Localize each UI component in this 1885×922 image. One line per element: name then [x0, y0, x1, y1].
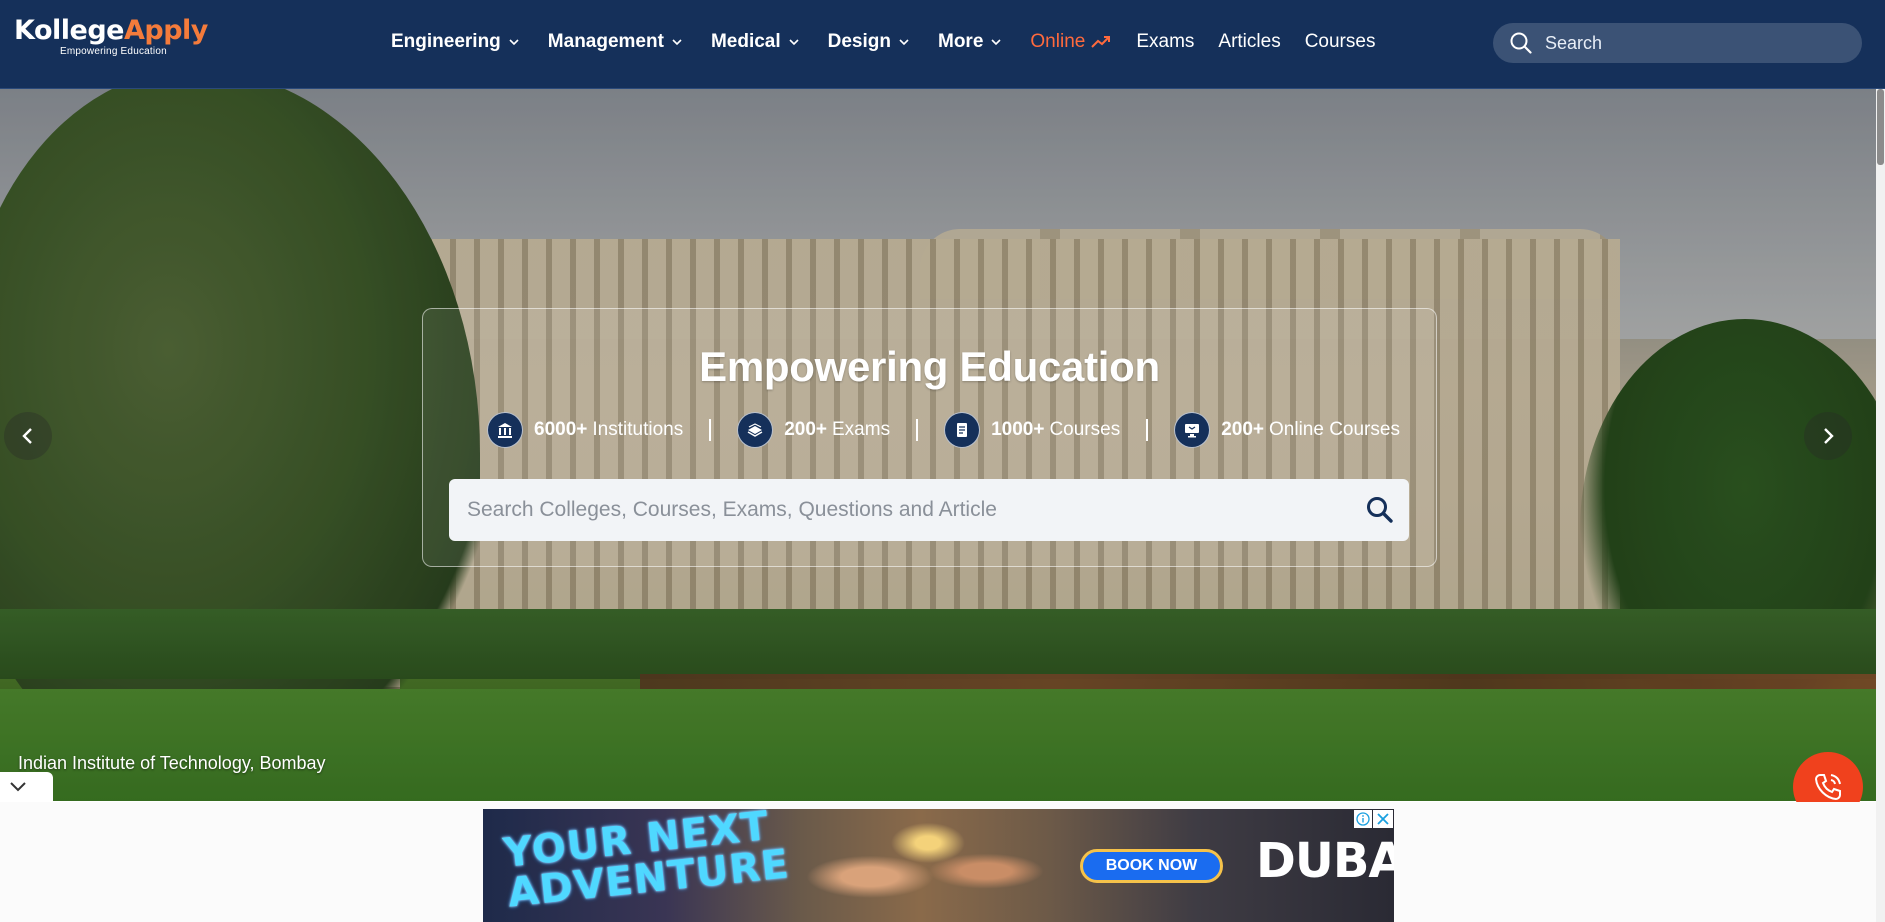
- chevron-left-icon: [22, 428, 32, 444]
- ad-photo: [783, 809, 1073, 922]
- stat-online-courses-label: Online Courses: [1269, 419, 1400, 440]
- nav-engineering[interactable]: Engineering: [391, 31, 522, 53]
- nav-online-label: Online: [1030, 31, 1086, 52]
- nav-online[interactable]: Online: [1030, 31, 1112, 53]
- hero-title: Empowering Education: [699, 343, 1160, 390]
- carousel-next-button[interactable]: [1804, 412, 1852, 460]
- chevron-down-icon: [10, 782, 26, 792]
- carousel-prev-button[interactable]: [4, 412, 52, 460]
- chevron-down-icon: [789, 39, 799, 46]
- ad-brand-logo: DUBAI: [1256, 833, 1394, 889]
- top-navigation-bar: KollegeApply Empowering Education Engine…: [0, 0, 1885, 89]
- header-search-input[interactable]: [1543, 31, 1847, 55]
- stat-institutions-label: Institutions: [592, 419, 684, 440]
- logo-text-apply: Apply: [123, 15, 208, 46]
- nav-engineering-label: Engineering: [391, 31, 501, 52]
- stat-exams: 200+ Exams: [737, 412, 890, 448]
- hero-search-box[interactable]: [449, 479, 1409, 541]
- stat-courses: 1000+ Courses: [944, 412, 1120, 448]
- monitor-icon: [1174, 412, 1211, 448]
- stat-online-courses-value: 200+: [1221, 419, 1264, 440]
- stat-online-courses: 200+ Online Courses: [1174, 412, 1400, 448]
- ad-headline: YOUR NEXT ADVENTURE: [501, 809, 791, 917]
- chevron-right-icon: [1824, 428, 1834, 444]
- nav-more-label: More: [938, 31, 984, 52]
- nav-exams[interactable]: Exams: [1136, 31, 1194, 53]
- hero-search-card: Empowering Education 6000+ Institutions …: [422, 308, 1437, 567]
- trending-up-icon: [1091, 36, 1111, 48]
- hero-stats: 6000+ Institutions 200+ Exams 1000+ Cour…: [487, 412, 1400, 448]
- ad-close-icon[interactable]: [1373, 810, 1393, 828]
- page-scrollbar[interactable]: [1876, 89, 1885, 922]
- nav-medical-label: Medical: [710, 31, 781, 52]
- stat-institutions-value: 6000+: [534, 419, 588, 440]
- hero-image-caption: Indian Institute of Technology, Bombay: [18, 753, 326, 773]
- book-stack-icon: [737, 412, 774, 448]
- search-icon[interactable]: [1365, 495, 1395, 525]
- advertisement-banner[interactable]: YOUR NEXT ADVENTURE BOOK NOW DUBAI: [483, 809, 1394, 922]
- stat-courses-value: 1000+: [991, 419, 1045, 440]
- ad-book-now-button[interactable]: BOOK NOW: [1080, 849, 1223, 883]
- document-icon: [944, 412, 981, 448]
- phone-call-icon: [1814, 774, 1841, 801]
- scrollbar-thumb[interactable]: [1877, 89, 1884, 165]
- nav-articles-label: Articles: [1218, 31, 1281, 52]
- chevron-down-icon: [899, 39, 909, 46]
- nav-articles[interactable]: Articles: [1218, 31, 1280, 53]
- nav-management-label: Management: [547, 31, 664, 52]
- header-search-box[interactable]: [1493, 23, 1862, 63]
- chevron-down-icon: [991, 39, 1001, 46]
- chevron-down-icon: [672, 39, 682, 46]
- collapse-toggle[interactable]: [0, 772, 53, 802]
- stat-courses-label: Courses: [1049, 419, 1121, 440]
- stat-divider: [916, 419, 919, 441]
- stat-institutions: 6000+ Institutions: [487, 412, 683, 448]
- main-nav: Engineering Management Medical Design Mo…: [391, 26, 1399, 58]
- ad-info-icon[interactable]: [1354, 810, 1372, 828]
- nav-more[interactable]: More: [938, 31, 1004, 53]
- stat-exams-label: Exams: [832, 419, 891, 440]
- hero-search-input[interactable]: [465, 497, 1349, 523]
- nav-management[interactable]: Management: [548, 31, 685, 53]
- logo-text-kollege: Kollege: [14, 15, 124, 46]
- chevron-down-icon: [509, 39, 519, 46]
- site-logo[interactable]: KollegeApply Empowering Education: [14, 16, 208, 58]
- stat-divider: [709, 419, 712, 441]
- nav-exams-label: Exams: [1136, 31, 1195, 52]
- stat-divider: [1146, 419, 1149, 441]
- search-icon: [1510, 32, 1532, 54]
- nav-medical[interactable]: Medical: [711, 31, 802, 53]
- nav-courses[interactable]: Courses: [1305, 31, 1376, 53]
- institution-icon: [487, 412, 523, 448]
- nav-courses-label: Courses: [1304, 31, 1376, 52]
- nav-design-label: Design: [827, 31, 891, 52]
- stat-exams-value: 200+: [784, 419, 827, 440]
- logo-tagline: Empowering Education: [60, 46, 167, 57]
- logo-wordmark: KollegeApply: [14, 16, 208, 46]
- nav-design[interactable]: Design: [828, 31, 912, 53]
